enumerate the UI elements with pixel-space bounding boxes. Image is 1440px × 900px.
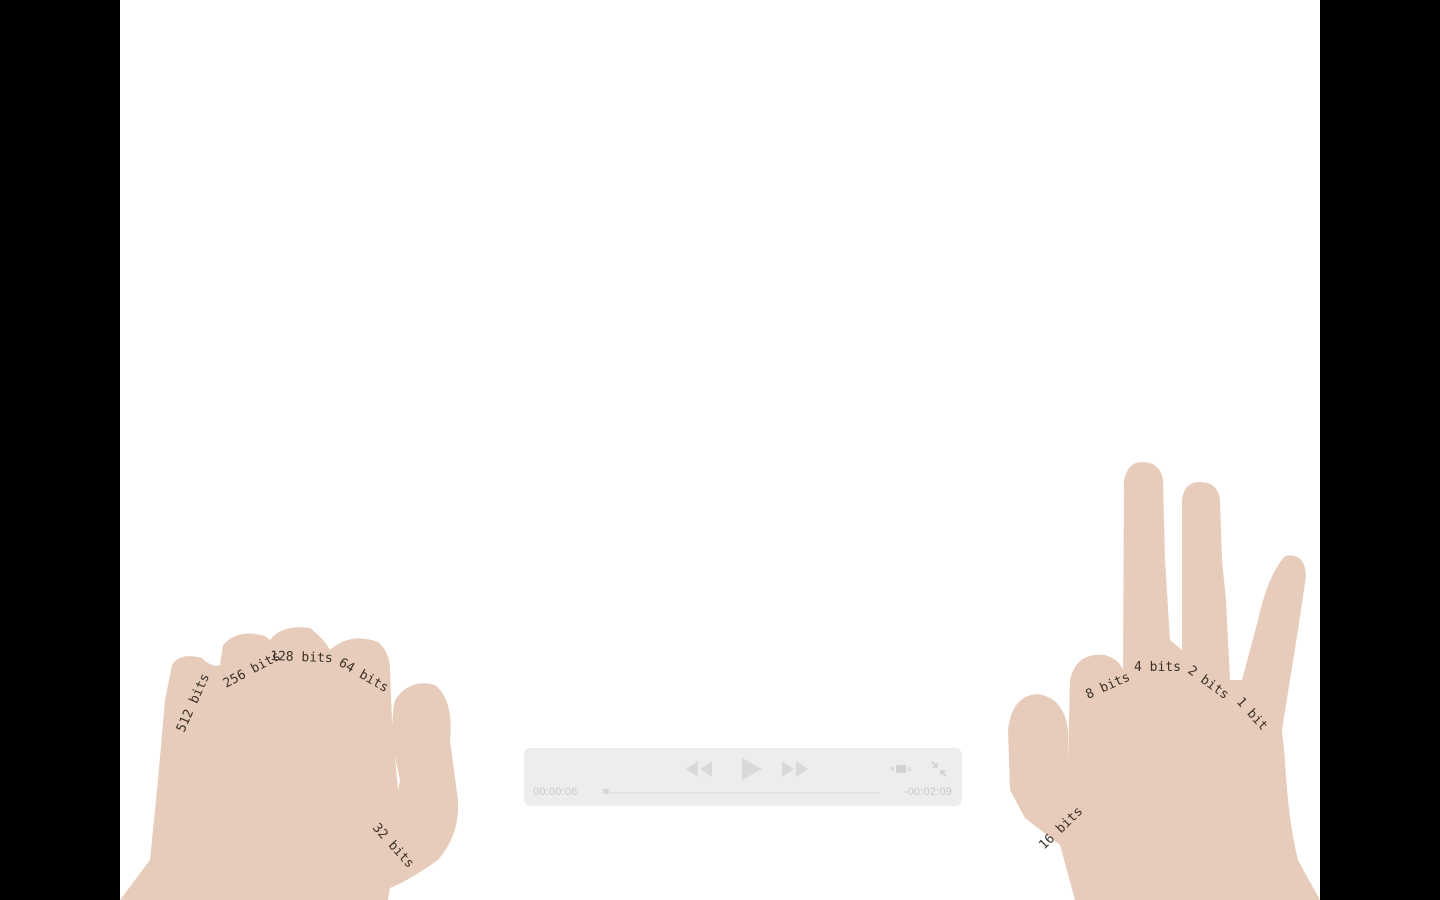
fast-forward-button[interactable]	[780, 760, 810, 778]
play-button[interactable]	[738, 756, 764, 782]
scrubber-track[interactable]	[602, 789, 880, 795]
volume-icon	[891, 765, 911, 773]
video-frame[interactable]: 512 bits 256 bits 128 bits 64 bits 32 bi…	[120, 0, 1320, 900]
rewind-button[interactable]	[684, 760, 714, 778]
elapsed-time: 00:00:06	[533, 786, 578, 798]
fast-forward-icon	[782, 761, 808, 777]
play-icon	[742, 758, 762, 780]
right-hand: 16 bits 8 bits 4 bits 2 bits 1 bit	[1008, 462, 1320, 900]
finger-label: 4 bits	[1134, 660, 1181, 675]
rewind-icon	[686, 761, 712, 777]
video-player-window: 512 bits 256 bits 128 bits 64 bits 32 bi…	[0, 0, 1440, 900]
volume-button[interactable]	[890, 761, 912, 777]
remaining-time: -00:02:09	[903, 786, 952, 798]
scrubber-thumb[interactable]	[602, 789, 610, 795]
fullscreen-exit-icon	[931, 761, 947, 777]
left-hand: 512 bits 256 bits 128 bits 64 bits 32 bi…	[120, 627, 459, 900]
fullscreen-button[interactable]	[930, 760, 948, 778]
finger-label: 128 bits	[270, 649, 333, 666]
playback-controller: 00:00:06 -00:02:09	[524, 748, 962, 806]
